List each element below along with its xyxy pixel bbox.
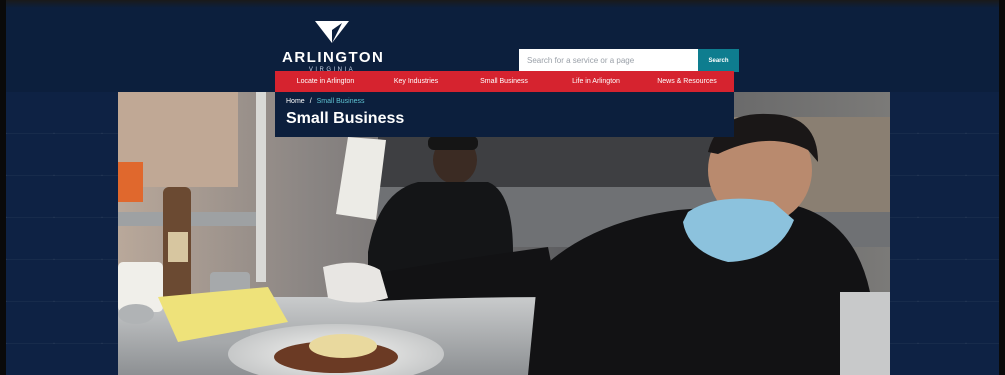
nav-item-life[interactable]: Life in Arlington (552, 71, 640, 92)
breadcrumb-separator: / (309, 98, 312, 105)
breadcrumb-current: Small Business (316, 98, 365, 105)
breadcrumb-home-link[interactable]: Home (286, 98, 305, 105)
nav-item-news-resources[interactable]: News & Resources (640, 71, 734, 92)
window-left-edge (0, 0, 6, 375)
search-button[interactable]: Search (698, 49, 739, 72)
page-title: Small Business (286, 110, 405, 127)
nav-item-small-business[interactable]: Small Business (456, 71, 552, 92)
window-right-edge (999, 0, 1005, 375)
search-input[interactable] (519, 49, 698, 72)
arlington-logo[interactable]: ARLINGTON VIRGINIA (282, 21, 392, 73)
nav-item-locate[interactable]: Locate in Arlington (275, 71, 376, 92)
window-top-edge (0, 0, 1005, 8)
logo-name: ARLINGTON (282, 49, 385, 66)
breadcrumb: Home / Small Business (286, 98, 365, 105)
page-title-panel: Home / Small Business Small Business (275, 92, 734, 137)
main-nav: Locate in Arlington Key Industries Small… (275, 71, 734, 92)
arlington-chevron-logo-icon (315, 21, 349, 43)
nav-item-key-industries[interactable]: Key Industries (376, 71, 456, 92)
